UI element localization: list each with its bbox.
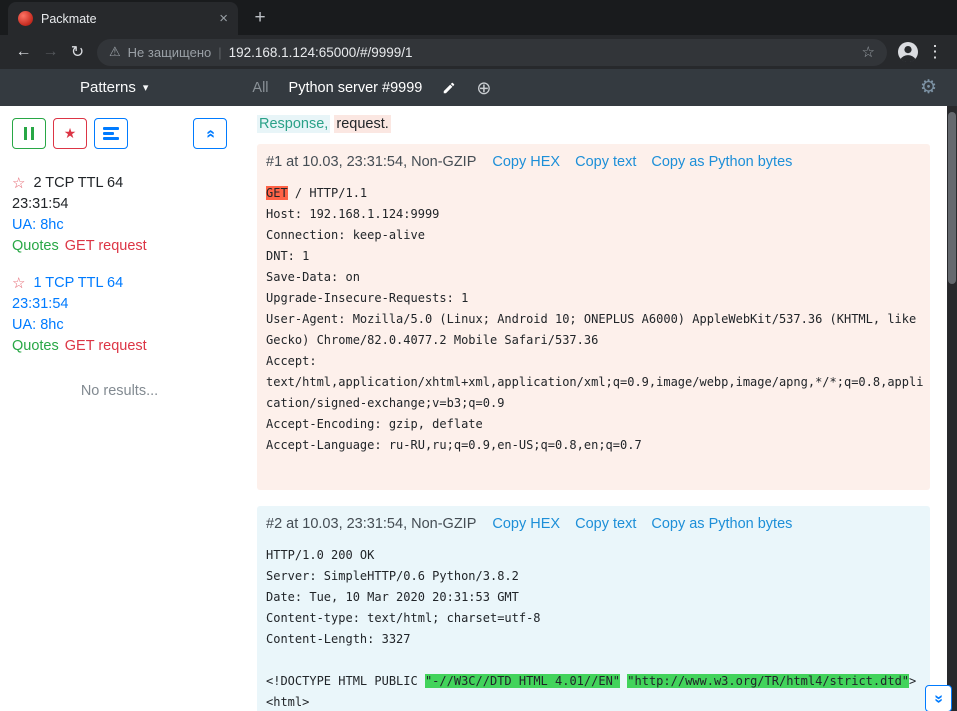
- browser-tab-bar: Packmate × +: [0, 0, 957, 35]
- pause-icon: [24, 127, 35, 140]
- url-text[interactable]: 192.168.1.124:65000/#/9999/1: [229, 45, 855, 60]
- highlighted-request-method: GET: [266, 186, 288, 200]
- add-pattern-button[interactable]: ⊕: [476, 79, 491, 97]
- tab-all-patterns[interactable]: All: [252, 80, 268, 96]
- highlighted-match: "http://www.w3.org/TR/html4/strict.dtd": [627, 674, 909, 688]
- browser-menu-icon[interactable]: ⋮: [923, 39, 947, 65]
- stream-list-item[interactable]: ☆ 2 TCP TTL 64 23:31:54 UA: 8hc Quotes G…: [12, 173, 227, 257]
- scrollbar-thumb[interactable]: [948, 112, 956, 284]
- packet-legend: Response, request.: [257, 116, 930, 132]
- packet-text: / HTTP/1.1 Host: 192.168.1.124:9999 Conn…: [266, 186, 923, 452]
- avatar: [896, 40, 920, 64]
- autoscroll-toggle-button[interactable]: [94, 118, 128, 149]
- packet-body: HTTP/1.0 200 OK Server: SimpleHTTP/0.6 P…: [266, 545, 924, 711]
- tag-quotes: Quotes: [12, 236, 59, 257]
- favorites-filter-button[interactable]: ★: [53, 118, 87, 149]
- star-icon: ★: [64, 125, 77, 142]
- packet-meta: #1 at 10.03, 23:31:54, Non-GZIP: [266, 154, 476, 170]
- caret-down-icon: ▾: [143, 81, 149, 94]
- content-area: ★ « ☆ 2 TCP TTL 64 23:31:54 UA: 8hc Quot…: [0, 106, 957, 711]
- stream-title[interactable]: 2 TCP TTL 64: [33, 173, 123, 194]
- stream-head: ☆ 1 TCP TTL 64: [12, 273, 227, 294]
- chevron-double-up-icon: «: [201, 129, 219, 138]
- tab-close-icon[interactable]: ×: [219, 10, 228, 27]
- packets-panel: Response, request. #1 at 10.03, 23:31:54…: [235, 106, 947, 711]
- packmate-favicon-icon: [18, 11, 33, 26]
- stream-user-agent: UA: 8hc: [12, 315, 227, 336]
- no-results-text: No results...: [12, 383, 227, 399]
- scroll-to-bottom-button[interactable]: »: [925, 685, 952, 711]
- profile-avatar-icon[interactable]: [895, 39, 921, 65]
- legend-request: request.: [334, 115, 390, 133]
- back-button[interactable]: ←: [10, 39, 37, 66]
- packet-header: #2 at 10.03, 23:31:54, Non-GZIP Copy HEX…: [266, 516, 924, 532]
- copy-python-bytes-link[interactable]: Copy as Python bytes: [651, 516, 792, 532]
- pencil-icon: [442, 81, 456, 95]
- packet-text: HTTP/1.0 200 OK Server: SimpleHTTP/0.6 P…: [266, 548, 541, 688]
- patterns-dropdown[interactable]: Patterns ▾: [80, 79, 148, 96]
- stream-tags: Quotes GET request: [12, 236, 227, 257]
- browser-tab[interactable]: Packmate ×: [8, 2, 238, 35]
- new-tab-button[interactable]: +: [246, 4, 274, 32]
- sidebar-toolbar: ★ «: [12, 118, 227, 149]
- legend-response: Response,: [257, 115, 330, 133]
- pattern-tabs: All Python server #9999 ⊕: [252, 79, 491, 97]
- list-lines-icon: [103, 127, 119, 140]
- stream-title[interactable]: 1 TCP TTL 64: [33, 273, 123, 294]
- browser-toolbar: ← → ↻ ⚠ Не защищено | 192.168.1.124:6500…: [0, 35, 957, 69]
- chevron-double-down-icon: »: [930, 694, 948, 703]
- tag-quotes: Quotes: [12, 336, 59, 357]
- settings-gear-icon[interactable]: ⚙: [920, 78, 937, 97]
- pause-capture-button[interactable]: [12, 118, 46, 149]
- stream-time: 23:31:54: [12, 194, 227, 215]
- omnibox-divider: |: [218, 45, 221, 60]
- packet-header: #1 at 10.03, 23:31:54, Non-GZIP Copy HEX…: [266, 154, 924, 170]
- forward-button[interactable]: →: [37, 39, 64, 66]
- scrollbar[interactable]: [947, 106, 957, 711]
- tab-title: Packmate: [41, 12, 211, 26]
- favorite-star-icon[interactable]: ☆: [12, 273, 25, 294]
- copy-hex-link[interactable]: Copy HEX: [492, 154, 560, 170]
- tag-get-request: GET request: [65, 236, 147, 257]
- stream-time: 23:31:54: [12, 294, 227, 315]
- copy-hex-link[interactable]: Copy HEX: [492, 516, 560, 532]
- bookmark-star-icon[interactable]: ☆: [862, 43, 875, 61]
- streams-sidebar: ★ « ☆ 2 TCP TTL 64 23:31:54 UA: 8hc Quot…: [0, 106, 235, 711]
- not-secure-warning-icon[interactable]: ⚠: [109, 44, 121, 60]
- app-header: Patterns ▾ All Python server #9999 ⊕ ⚙: [0, 69, 957, 106]
- packet-block-request: #1 at 10.03, 23:31:54, Non-GZIP Copy HEX…: [257, 144, 930, 490]
- patterns-label: Patterns: [80, 79, 136, 96]
- copy-text-link[interactable]: Copy text: [575, 154, 636, 170]
- address-bar[interactable]: ⚠ Не защищено | 192.168.1.124:65000/#/99…: [97, 39, 887, 66]
- tag-get-request: GET request: [65, 336, 147, 357]
- stream-user-agent: UA: 8hc: [12, 215, 227, 236]
- reload-button[interactable]: ↻: [64, 39, 91, 66]
- stream-list-item-selected[interactable]: ☆ 1 TCP TTL 64 23:31:54 UA: 8hc Quotes G…: [12, 273, 227, 357]
- collapse-sidebar-button[interactable]: «: [193, 118, 227, 149]
- copy-python-bytes-link[interactable]: Copy as Python bytes: [651, 154, 792, 170]
- security-label[interactable]: Не защищено: [128, 45, 212, 60]
- packet-body: GET / HTTP/1.1 Host: 192.168.1.124:9999 …: [266, 183, 924, 456]
- tab-python-server[interactable]: Python server #9999: [289, 80, 423, 96]
- highlighted-match: "-//W3C//DTD HTML 4.01//EN": [425, 674, 620, 688]
- favorite-star-icon[interactable]: ☆: [12, 173, 25, 194]
- copy-text-link[interactable]: Copy text: [575, 516, 636, 532]
- edit-pattern-button[interactable]: [442, 81, 456, 95]
- packet-block-response: #2 at 10.03, 23:31:54, Non-GZIP Copy HEX…: [257, 506, 930, 711]
- stream-head: ☆ 2 TCP TTL 64: [12, 173, 227, 194]
- stream-tags: Quotes GET request: [12, 336, 227, 357]
- packet-meta: #2 at 10.03, 23:31:54, Non-GZIP: [266, 516, 476, 532]
